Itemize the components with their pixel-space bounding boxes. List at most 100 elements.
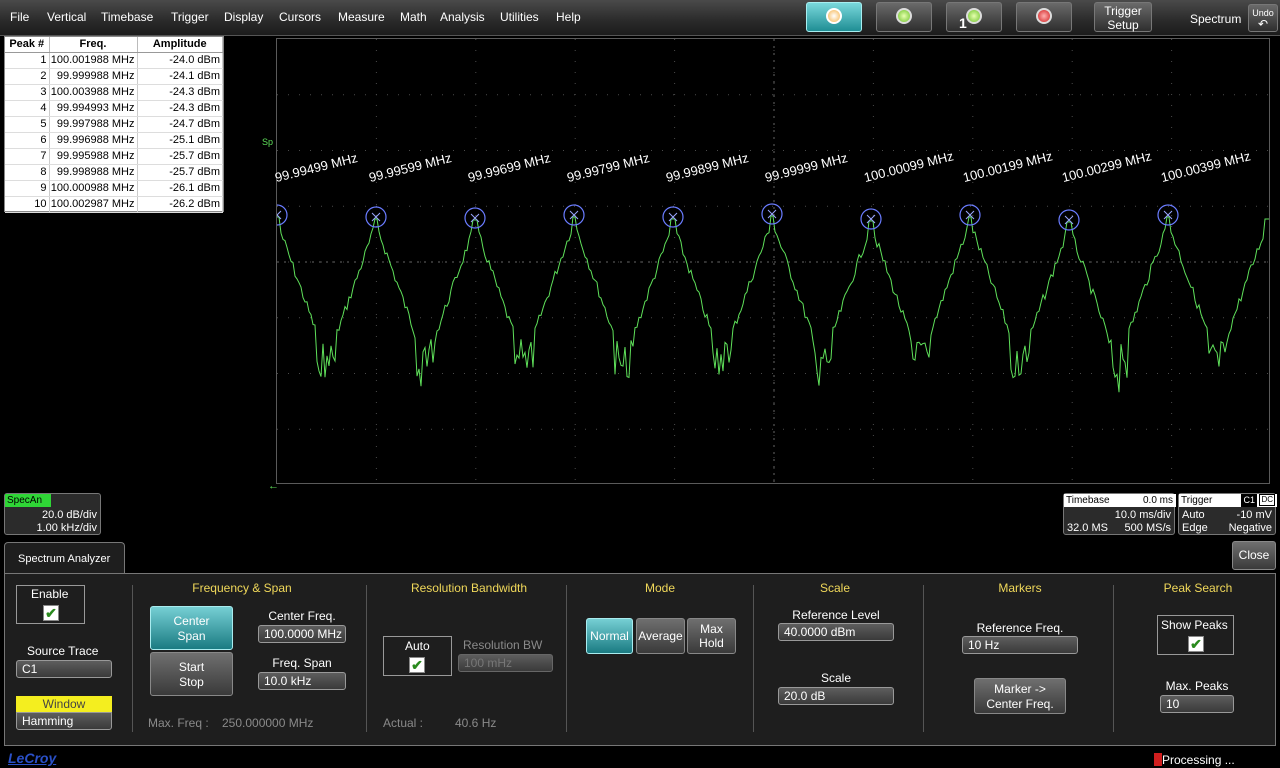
mode-maxhold-button[interactable]: Max Hold xyxy=(687,618,736,654)
amplitude-cell: -24.3 dBm xyxy=(137,100,223,117)
center-span-button[interactable]: Center Span xyxy=(150,606,233,650)
menu-analysis[interactable]: Analysis xyxy=(440,10,485,24)
peak-marker-cross xyxy=(668,212,678,222)
show-peaks-checkbox[interactable]: ✔ xyxy=(1188,636,1204,652)
peak-table-header: Peak # Freq. Amplitude xyxy=(5,37,223,53)
specan-tag: SpecAn xyxy=(5,494,51,507)
ref-freq-field[interactable]: 10 Hz xyxy=(962,636,1078,654)
tab-spectrum-analyzer[interactable]: Spectrum Analyzer xyxy=(4,542,125,574)
menu-measure[interactable]: Measure xyxy=(338,10,385,24)
scale-title: Scale xyxy=(819,581,851,595)
freq-cell: 99.998988 MHz xyxy=(49,164,138,181)
undo-button[interactable]: Undo ↶ xyxy=(1248,4,1278,32)
center-span-label-1: Center xyxy=(173,614,210,628)
rbw-field: 100 mHz xyxy=(458,654,553,672)
separator xyxy=(1113,585,1114,732)
single-trigger-button[interactable]: 1 xyxy=(946,2,1002,32)
specan-descriptor[interactable]: SpecAn 20.0 dB/div 1.00 kHz/div xyxy=(4,493,101,535)
peak-marker xyxy=(277,204,288,226)
ref-level-field[interactable]: 40.0000 dBm xyxy=(778,623,894,641)
trigger-coupling: DC xyxy=(1259,494,1275,506)
mode-average-button[interactable]: Average xyxy=(636,618,685,654)
close-button[interactable]: Close xyxy=(1232,541,1276,570)
freq-cell: 100.000988 MHz xyxy=(49,180,138,197)
col-amplitude: Amplitude xyxy=(137,37,223,53)
menu-display[interactable]: Display xyxy=(224,10,263,24)
table-row[interactable]: 10 100.002987 MHz -26.2 dBm xyxy=(5,196,223,213)
processing-status: Processing ... xyxy=(1162,753,1235,767)
rbw-label: Resolution BW xyxy=(463,638,543,652)
spectrum-plot[interactable] xyxy=(276,38,1271,485)
separator xyxy=(753,585,754,732)
peak-number-cell: 6 xyxy=(5,132,50,149)
freq-span-field[interactable]: 10.0 kHz xyxy=(258,672,346,690)
freq-cell: 99.997988 MHz xyxy=(49,116,138,133)
timebase-header: Timebase 0.0 ms xyxy=(1064,494,1176,507)
scale-field[interactable]: 20.0 dB xyxy=(778,687,894,705)
menu-help[interactable]: Help xyxy=(556,10,581,24)
trigger-level: -10 mV xyxy=(1236,509,1272,521)
window-field[interactable]: Hamming xyxy=(16,712,112,730)
freq-cell: 99.995988 MHz xyxy=(49,148,138,165)
menu-vertical[interactable]: Vertical xyxy=(47,10,86,24)
max-peaks-field[interactable]: 10 xyxy=(1160,695,1234,713)
table-row[interactable]: 3 100.003988 MHz -24.3 dBm xyxy=(5,84,223,101)
timebase-delay: 0.0 ms xyxy=(1142,495,1173,506)
menu-cursors[interactable]: Cursors xyxy=(279,10,321,24)
peak-number-cell: 3 xyxy=(5,84,50,101)
amplitude-cell: -24.7 dBm xyxy=(137,116,223,133)
rbw-auto-checkbox[interactable]: ✔ xyxy=(409,657,425,673)
table-row[interactable]: 9 100.000988 MHz -26.1 dBm xyxy=(5,180,223,197)
menu-timebase[interactable]: Timebase xyxy=(101,10,153,24)
enable-label: Enable xyxy=(31,587,69,601)
timebase-title: Timebase xyxy=(1066,495,1110,506)
marker-btn-label-2: Center Freq. xyxy=(986,697,1054,711)
source-trace-field[interactable]: C1 xyxy=(16,660,112,678)
spectrum-trace-line xyxy=(277,215,1269,393)
rbw-title: Resolution Bandwidth xyxy=(410,581,528,595)
peak-number-cell: 7 xyxy=(5,148,50,165)
trigger-setup-button[interactable]: Trigger Setup xyxy=(1094,2,1152,32)
rbw-auto-box[interactable]: Auto ✔ xyxy=(383,636,452,676)
freq-cell: 100.001988 MHz xyxy=(49,52,138,69)
timebase-descriptor[interactable]: Timebase 0.0 ms 10.0 ms/div 32.0 MS 500 … xyxy=(1063,493,1176,535)
table-row[interactable]: 2 99.999988 MHz -24.1 dBm xyxy=(5,68,223,85)
menu-utilities[interactable]: Utilities xyxy=(500,10,539,24)
table-row[interactable]: 8 99.998988 MHz -25.7 dBm xyxy=(5,164,223,181)
menu-file[interactable]: File xyxy=(10,10,29,24)
start-stop-button[interactable]: Start Stop xyxy=(150,652,233,696)
menu-math[interactable]: Math xyxy=(400,10,427,24)
max-freq-label: Max. Freq : xyxy=(148,716,209,730)
peak-number-cell: 1 xyxy=(5,52,50,69)
center-freq-field[interactable]: 100.0000 MHz xyxy=(258,625,346,643)
table-row[interactable]: 6 99.996988 MHz -25.1 dBm xyxy=(5,132,223,149)
peak-number-cell: 10 xyxy=(5,196,50,213)
table-row[interactable]: 4 99.994993 MHz -24.3 dBm xyxy=(5,100,223,117)
show-peaks-box[interactable]: Show Peaks ✔ xyxy=(1157,615,1234,655)
table-row[interactable]: 5 99.997988 MHz -24.7 dBm xyxy=(5,116,223,133)
peak-number-cell: 2 xyxy=(5,68,50,85)
amplitude-cell: -26.1 dBm xyxy=(137,180,223,197)
menu-trigger[interactable]: Trigger xyxy=(171,10,209,24)
enable-checkbox[interactable]: ✔ xyxy=(43,605,59,621)
trigger-descriptor[interactable]: Trigger C1 DC Auto -10 mV Edge Negative xyxy=(1178,493,1277,535)
mode-normal-button[interactable]: Normal xyxy=(586,618,633,654)
auto-trigger-button[interactable] xyxy=(806,2,862,32)
separator xyxy=(923,585,924,732)
marker-to-center-button[interactable]: Marker -> Center Freq. xyxy=(974,678,1066,714)
markers-title: Markers xyxy=(998,581,1042,595)
stop-trigger-button[interactable] xyxy=(1016,2,1072,32)
undo-icon: ↶ xyxy=(1257,17,1269,31)
amplitude-cell: -24.0 dBm xyxy=(137,52,223,69)
peak-table: Peak # Freq. Amplitude 1 100.001988 MHz -2… xyxy=(4,36,224,213)
table-row[interactable]: 7 99.995988 MHz -25.7 dBm xyxy=(5,148,223,165)
maxhold-label-1: Max xyxy=(700,622,723,636)
spectrum-trace xyxy=(277,215,1269,393)
center-freq-label: Center Freq. xyxy=(268,609,336,623)
normal-trigger-button[interactable] xyxy=(876,2,932,32)
separator xyxy=(566,585,567,732)
peak-number-cell: 8 xyxy=(5,164,50,181)
table-row[interactable]: 1 100.001988 MHz -24.0 dBm xyxy=(5,52,223,69)
enable-box[interactable]: Enable ✔ xyxy=(16,585,85,624)
green-led-icon xyxy=(966,8,982,24)
